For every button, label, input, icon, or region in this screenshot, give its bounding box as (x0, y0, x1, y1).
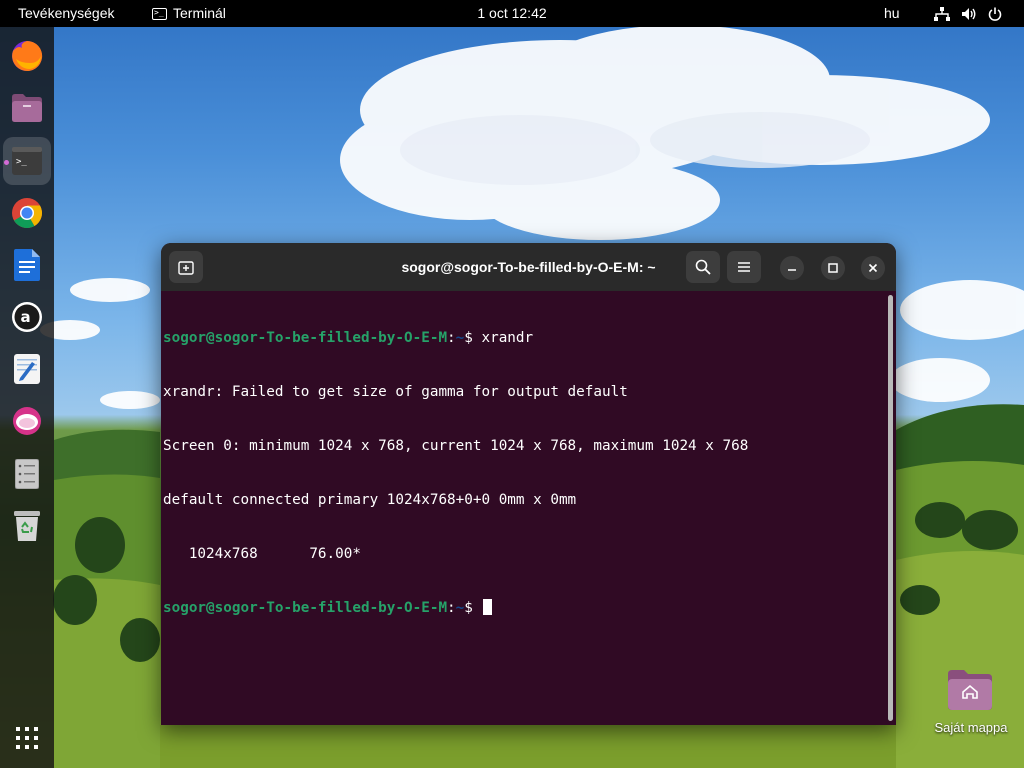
prompt-line: sogor@sogor-To-be-filled-by-O-E-M:~$ xra… (163, 329, 748, 347)
svg-text:>_: >_ (16, 157, 27, 167)
terminal-scrollbar[interactable] (888, 295, 893, 721)
system-tray[interactable] (934, 0, 1002, 27)
dock-terminal[interactable]: >_ (3, 137, 51, 185)
amazon-icon: a (12, 302, 42, 332)
close-button[interactable] (861, 256, 885, 280)
dock-amazon[interactable]: a (3, 293, 51, 341)
prompt-path: ~ (455, 330, 465, 346)
terminal-icon: >_ (12, 147, 42, 175)
app-menu-button[interactable]: >_ Terminál (152, 0, 226, 27)
prompt-line: sogor@sogor-To-be-filled-by-O-E-M:~$ (163, 599, 748, 617)
close-icon (868, 263, 878, 273)
text-editor-icon (14, 354, 40, 384)
new-tab-button[interactable] (169, 251, 203, 283)
prompt-user: sogor@sogor-To-be-filled-by-O-E-M (163, 600, 448, 616)
prompt-symbol: $ (464, 330, 482, 346)
home-folder-label: Saját mappa (934, 720, 1008, 735)
writer-icon (14, 249, 40, 281)
output-line: 1024x768 76.00* (163, 546, 361, 562)
clock-button[interactable]: 1 oct 12:42 (477, 5, 546, 21)
minimize-icon (788, 269, 796, 271)
new-tab-icon (178, 261, 194, 275)
maximize-icon (828, 263, 838, 273)
network-icon (934, 6, 950, 21)
volume-icon (962, 7, 976, 20)
prompt-path: ~ (455, 600, 465, 616)
grid-icon (16, 727, 38, 749)
menu-button[interactable] (727, 251, 761, 283)
power-icon (988, 7, 1002, 21)
terminal-icon: >_ (152, 7, 167, 20)
activities-button[interactable]: Tevékenységek (18, 0, 115, 27)
text-cursor (483, 599, 493, 615)
maximize-button[interactable] (821, 256, 845, 280)
terminal-titlebar[interactable]: sogor@sogor-To-be-filled-by-O-E-M: ~ (161, 243, 896, 291)
terminal-window[interactable]: sogor@sogor-To-be-filled-by-O-E-M: ~ sog… (161, 243, 896, 725)
output-line: Screen 0: minimum 1024 x 768, current 10… (163, 438, 749, 454)
dock-writer[interactable] (3, 241, 51, 289)
dock-text-editor[interactable] (3, 345, 51, 393)
home-folder-shortcut[interactable]: Saját mappa (926, 668, 1016, 740)
home-folder-icon (948, 670, 992, 710)
dock: >_ a (0, 27, 54, 768)
minimize-button[interactable] (780, 256, 804, 280)
chrome-icon (12, 198, 43, 229)
dock-files[interactable] (3, 84, 51, 132)
dock-chrome[interactable] (3, 189, 51, 237)
search-button[interactable] (686, 251, 720, 283)
dock-firefox[interactable] (3, 32, 51, 80)
command-text: xrandr (481, 330, 534, 346)
dock-storage[interactable] (3, 450, 51, 498)
output-line: xrandr: Failed to get size of gamma for … (163, 384, 628, 400)
running-indicator (4, 160, 9, 165)
pink-app-icon (13, 407, 41, 435)
firefox-icon (12, 40, 43, 71)
trash-icon (14, 511, 40, 541)
search-icon (695, 259, 711, 275)
storage-icon (15, 459, 39, 489)
terminal-body[interactable]: sogor@sogor-To-be-filled-by-O-E-M:~$ xra… (161, 291, 896, 725)
prompt-symbol: $ (464, 600, 482, 616)
app-menu-label: Terminál (173, 5, 226, 21)
prompt-separator: : (447, 600, 456, 616)
files-icon (12, 94, 42, 122)
language-indicator[interactable]: hu (884, 0, 900, 27)
dock-pink-app[interactable] (3, 397, 51, 445)
prompt-user: sogor@sogor-To-be-filled-by-O-E-M (163, 330, 448, 346)
dock-trash[interactable] (3, 502, 51, 550)
hamburger-icon (738, 262, 750, 272)
top-bar: Tevékenységek >_ Terminál 1 oct 12:42 hu (0, 0, 1024, 27)
prompt-separator: : (447, 330, 456, 346)
output-line: default connected primary 1024x768+0+0 0… (163, 492, 577, 508)
svg-text:a: a (21, 308, 31, 326)
show-applications-button[interactable] (3, 714, 51, 762)
